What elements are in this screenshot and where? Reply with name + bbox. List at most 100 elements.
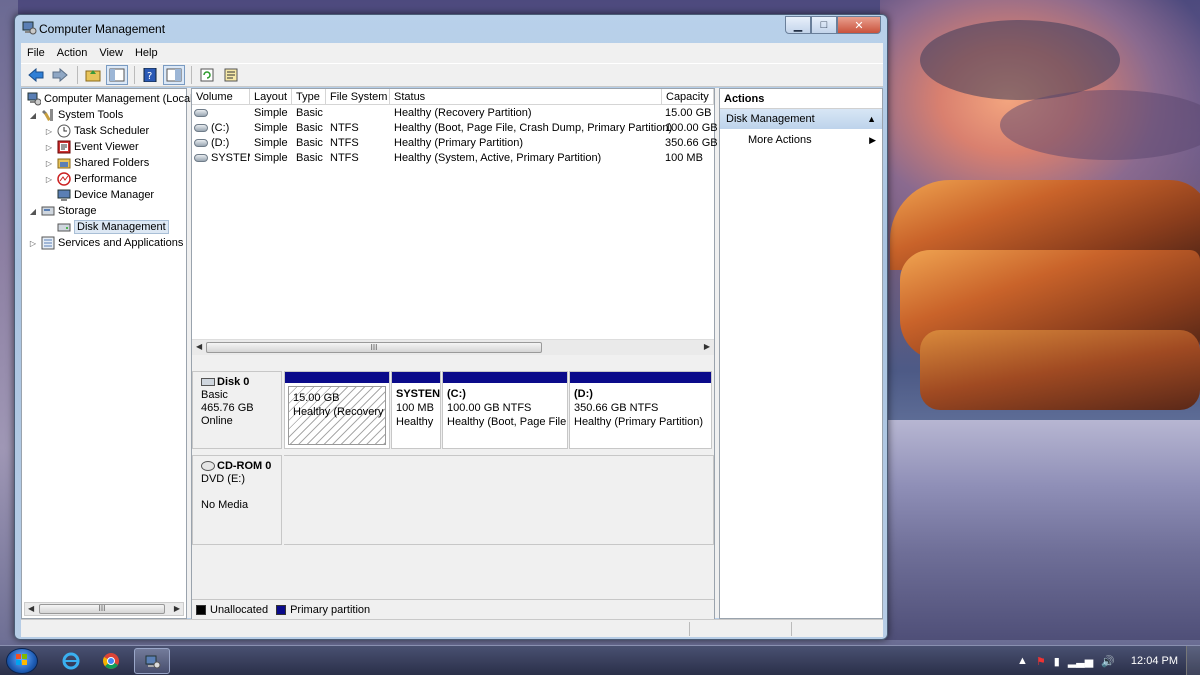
internet-explorer-icon[interactable] (58, 650, 84, 672)
chrome-icon[interactable] (98, 650, 124, 672)
console-tree: Computer Management (Local ◢ System Tool… (21, 88, 193, 619)
signal-icon[interactable]: ▂▃▅ (1068, 655, 1093, 668)
help-icon[interactable]: ? (139, 65, 161, 85)
primary-partition-swatch (276, 604, 287, 615)
tree-item-system-tools[interactable]: ◢ System Tools (28, 107, 123, 123)
more-actions-item[interactable]: More Actions ▶ (720, 129, 882, 151)
tree-item-disk-management[interactable]: Disk Management (44, 219, 169, 235)
column-volume[interactable]: Volume (192, 89, 250, 105)
tree-item-storage[interactable]: ◢ Storage (28, 203, 97, 219)
minimize-button[interactable]: ▁ (785, 16, 811, 34)
collapse-arrow-icon[interactable]: ◢ (28, 207, 38, 216)
volume-row[interactable]: (C:) Simple Basic NTFS Healthy (Boot, Pa… (192, 121, 718, 136)
volume-row[interactable]: SYSTEM Simple Basic NTFS Healthy (System… (192, 151, 714, 166)
close-button[interactable]: ✕ (837, 16, 881, 34)
actions-section-disk-management[interactable]: Disk Management ▲ (720, 109, 882, 129)
scroll-thumb[interactable]: III (39, 604, 165, 614)
system-tray: ▲ ⚑ ▮ ▂▃▅ 🔊 12:04 PM (1017, 646, 1200, 675)
scroll-left-icon[interactable]: ◀ (196, 342, 202, 351)
menu-action[interactable]: Action (51, 47, 94, 59)
column-layout[interactable]: Layout (250, 89, 292, 105)
tree-horizontal-scrollbar[interactable]: ◀ III ▶ (24, 602, 184, 616)
computer-management-icon (145, 654, 161, 673)
refresh-icon[interactable] (196, 65, 218, 85)
partition-d[interactable]: (D:) 350.66 GB NTFS Healthy (Primary Par… (569, 371, 712, 449)
properties-icon[interactable] (163, 65, 185, 85)
clock[interactable]: 12:04 PM (1131, 655, 1178, 667)
expand-arrow-icon[interactable]: ▷ (28, 239, 38, 248)
expand-arrow-icon[interactable]: ▷ (44, 143, 54, 152)
volume-icon (194, 124, 208, 133)
client-area: Computer Management (Local ◢ System Tool… (21, 88, 883, 619)
expand-arrow-icon[interactable]: ▷ (44, 127, 54, 136)
tree-item-event-viewer[interactable]: ▷ Event Viewer (44, 139, 139, 155)
expand-arrow-icon[interactable]: ▷ (44, 175, 54, 184)
forward-arrow-icon[interactable] (49, 65, 71, 85)
tree-item-performance[interactable]: ▷ Performance (44, 171, 137, 187)
legend-primary: Primary partition (290, 603, 371, 616)
show-hide-tree-icon[interactable] (106, 65, 128, 85)
disk-0-label[interactable]: Disk 0 Basic 465.76 GB Online (192, 371, 282, 449)
scroll-thumb[interactable]: III (206, 342, 542, 353)
volume-icon[interactable]: 🔊 (1101, 655, 1115, 668)
collapse-arrow-icon[interactable]: ◢ (28, 111, 38, 120)
show-hidden-icons-icon[interactable]: ▲ (1017, 655, 1028, 667)
partition-system[interactable]: SYSTEN 100 MB Healthy (391, 371, 441, 449)
menu-help[interactable]: Help (129, 47, 164, 59)
action-center-icon[interactable]: ⚑ (1036, 655, 1046, 668)
column-capacity[interactable]: Capacity (662, 89, 714, 105)
expand-arrow-icon[interactable]: ▷ (44, 159, 54, 168)
scroll-left-icon[interactable]: ◀ (28, 604, 34, 613)
taskbar-computer-management-button[interactable] (134, 648, 170, 674)
tree-item-device-manager[interactable]: Device Manager (44, 187, 154, 203)
cdrom-0-media-area[interactable] (284, 455, 714, 545)
tree-item-label: Disk Management (74, 220, 169, 234)
tree-root[interactable]: Computer Management (Local (24, 91, 193, 107)
partition-c[interactable]: (C:) 100.00 GB NTFS Healthy (Boot, Page … (442, 371, 568, 449)
up-folder-icon[interactable] (82, 65, 104, 85)
scroll-right-icon[interactable]: ▶ (174, 604, 180, 613)
menu-file[interactable]: File (21, 47, 51, 59)
volume-row[interactable]: Simple Basic Healthy (Recovery Partition… (192, 106, 714, 121)
cdrom-0-label[interactable]: CD-ROM 0 DVD (E:) No Media (192, 455, 282, 545)
computer-management-icon (21, 20, 37, 36)
scroll-right-icon[interactable]: ▶ (704, 342, 710, 351)
volume-list: Volume Layout Type File System Status Ca… (192, 89, 718, 355)
menu-view[interactable]: View (93, 47, 129, 59)
tree-item-label: System Tools (58, 109, 124, 121)
title-bar[interactable]: Computer Management ▁ □ ✕ (15, 15, 887, 41)
column-type[interactable]: Type (292, 89, 326, 105)
volume-list-horizontal-scrollbar[interactable]: ◀ III ▶ (192, 339, 714, 355)
export-icon[interactable] (220, 65, 242, 85)
tree-item-services-and-applications[interactable]: ▷ Services and Applications (28, 235, 183, 251)
tree-item-task-scheduler[interactable]: ▷ Task Scheduler (44, 123, 149, 139)
svg-text:?: ? (147, 71, 152, 82)
volume-icon (194, 139, 208, 148)
system-tools-icon (41, 108, 55, 122)
volume-row[interactable]: (D:) Simple Basic NTFS Healthy (Primary … (192, 136, 718, 151)
toolbar: ? (21, 63, 883, 87)
unallocated-swatch (196, 604, 206, 615)
tree-item-shared-folders[interactable]: ▷ Shared Folders (44, 155, 149, 171)
tree-item-label: Shared Folders (74, 157, 150, 169)
show-desktop-button[interactable] (1186, 646, 1200, 675)
column-file-system[interactable]: File System (326, 89, 390, 105)
maximize-button[interactable]: □ (811, 16, 837, 34)
menu-bar: File Action View Help (21, 43, 883, 63)
computer-management-window: Computer Management ▁ □ ✕ File Action Vi… (14, 14, 888, 640)
disk-legend: Unallocated Primary partition (192, 599, 714, 619)
volume-list-header: Volume Layout Type File System Status Ca… (192, 89, 714, 105)
storage-icon (41, 204, 55, 218)
partition-recovery[interactable]: 15.00 GB Healthy (Recovery P (284, 371, 390, 449)
actions-pane: Actions Disk Management ▲ More Actions ▶ (719, 88, 883, 619)
toolbar-separator (77, 66, 78, 84)
collapse-up-icon[interactable]: ▲ (867, 109, 876, 129)
window-title: Computer Management (39, 22, 166, 36)
disk-icon (201, 378, 215, 387)
tree-item-label: Performance (74, 173, 137, 185)
back-arrow-icon[interactable] (25, 65, 47, 85)
start-button[interactable] (6, 648, 38, 674)
column-status[interactable]: Status (390, 89, 662, 105)
disk-graphical-view: Disk 0 Basic 465.76 GB Online 15.00 GB H… (192, 359, 714, 599)
network-icon[interactable]: ▮ (1054, 655, 1060, 668)
